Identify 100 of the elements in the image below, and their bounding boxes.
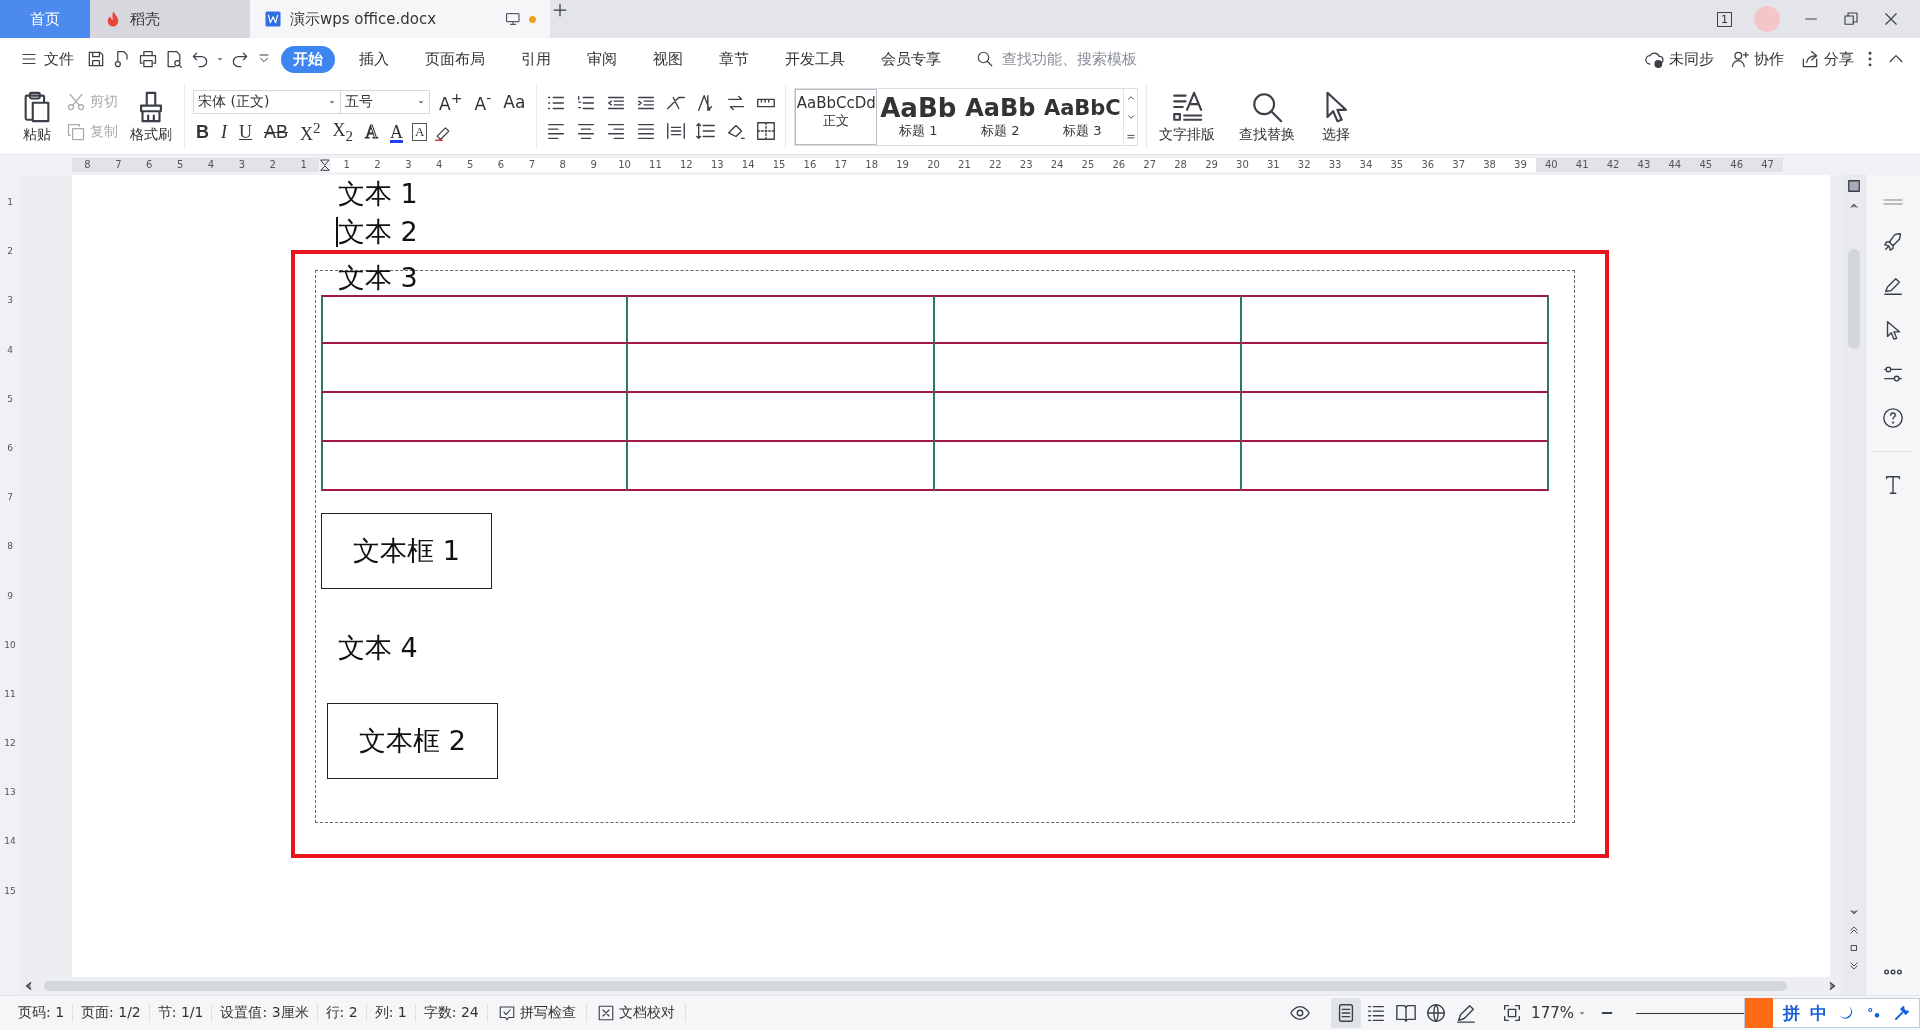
format-button[interactable]: X$^{2}$: [297, 119, 324, 145]
toolbar-action[interactable]: 分享: [1800, 49, 1854, 69]
ime-button[interactable]: 拼: [1783, 1001, 1800, 1025]
proofread-icon[interactable]: [596, 1004, 615, 1022]
scroll-left-icon[interactable]: [24, 981, 34, 991]
line-spacing-icon[interactable]: [695, 120, 718, 142]
next-page-icon[interactable]: [1849, 961, 1859, 971]
text-layout-icon[interactable]: [1170, 90, 1205, 124]
ribbon-tab[interactable]: 章节: [707, 45, 761, 73]
spell-check-icon[interactable]: [497, 1004, 516, 1022]
ruler-number: 31: [1265, 158, 1281, 172]
ribbon-tool-button[interactable]: 选择: [1307, 90, 1366, 144]
style-option[interactable]: AaBbCcDd 正文: [795, 89, 878, 145]
format-button[interactable]: A: [362, 121, 381, 143]
style-option[interactable]: AaBbC 标题 3: [1041, 89, 1124, 145]
clipboard-button[interactable]: 粘贴: [16, 88, 58, 146]
file-menu[interactable]: 文件: [14, 45, 80, 73]
format-button[interactable]: A: [412, 123, 428, 141]
ribbon-tab[interactable]: 页面布局: [413, 45, 497, 73]
monitor-icon[interactable]: [505, 11, 521, 27]
caret-icon[interactable]: [1578, 1009, 1586, 1017]
ribbon-tab[interactable]: 插入: [347, 45, 401, 73]
style-option[interactable]: AaBb 标题 1: [877, 89, 960, 145]
font-size-button[interactable]: A$^{-}$: [471, 89, 495, 114]
ruler-number: 41: [1566, 158, 1598, 172]
ruler-number: 14: [740, 158, 756, 172]
pen-icon[interactable]: [1882, 275, 1904, 297]
scroll-down-icon[interactable]: [1849, 907, 1859, 917]
ime-button[interactable]: 中: [1810, 1001, 1827, 1025]
rocket-icon[interactable]: [1882, 231, 1904, 253]
ribbon-tab[interactable]: 开始: [281, 45, 335, 73]
font-size-button[interactable]: Aa: [500, 91, 529, 112]
status-button[interactable]: 拼写检查: [487, 1004, 587, 1022]
scrollbar-thumb[interactable]: [44, 981, 1787, 991]
ruler-number: 3: [404, 158, 413, 172]
border-icon[interactable]: [755, 120, 778, 142]
scroll-up-icon[interactable]: [1849, 201, 1859, 211]
help-icon[interactable]: [1882, 407, 1904, 429]
ruler-number: 6: [145, 158, 154, 172]
document-icon: [264, 10, 282, 28]
window-count[interactable]: 1: [1717, 11, 1732, 27]
toolbar-action[interactable]: 未同步: [1645, 49, 1714, 69]
ruler-toggle-icon[interactable]: [1847, 179, 1861, 193]
ruler-number: 13: [4, 787, 16, 800]
format-button[interactable]: B: [193, 121, 212, 143]
ribbon-tab[interactable]: 会员专享: [869, 45, 953, 73]
print-icon[interactable]: [138, 49, 158, 69]
format-button[interactable]: I: [218, 121, 230, 143]
format-button[interactable]: U: [236, 121, 255, 143]
ribbon-tab[interactable]: 引用: [509, 45, 563, 73]
clipboard-button[interactable]: 格式刷: [126, 88, 176, 146]
ruler-number: 2: [268, 158, 277, 172]
ruler-number: 42: [1597, 158, 1629, 172]
ruler-number: 15: [771, 158, 787, 172]
wrench-icon[interactable]: [1893, 1004, 1911, 1022]
ruler-number: 12: [4, 738, 16, 751]
style-option[interactable]: AaBb 标题 2: [959, 89, 1042, 145]
scroll-right-icon[interactable]: [1827, 981, 1837, 991]
font-size-button[interactable]: A$^{+}$: [436, 89, 466, 114]
format-button[interactable]: AB: [261, 121, 291, 143]
search-icon[interactable]: [1250, 90, 1285, 124]
indent-marker-icon[interactable]: [319, 158, 332, 172]
caret-icon[interactable]: [216, 55, 224, 63]
status-button[interactable]: 文档校对: [586, 1004, 686, 1022]
distribute-icon[interactable]: [665, 120, 688, 142]
ribbon-tab[interactable]: 视图: [641, 45, 695, 73]
ribbon-tool-button[interactable]: 文字排版: [1147, 90, 1228, 144]
format-button[interactable]: A: [387, 121, 406, 143]
ruler-number: 21: [957, 158, 972, 172]
share-icon[interactable]: [1800, 49, 1820, 69]
zoom-level[interactable]: 177%: [1531, 1004, 1586, 1022]
cloud-icon[interactable]: [1645, 49, 1665, 69]
format-button[interactable]: X$_{2}$: [329, 119, 356, 145]
document-text: 文本 1: [338, 177, 419, 211]
ruler-number: 39: [1513, 158, 1528, 172]
ruler-number: 8: [83, 158, 92, 172]
ruler-number: 5: [175, 158, 185, 172]
toolbar-action[interactable]: 协作: [1730, 49, 1784, 69]
ribbon-tab[interactable]: 开发工具: [773, 45, 857, 73]
ribbon-tool-button[interactable]: 查找替换: [1227, 90, 1308, 144]
tab[interactable]: 演示wps office.docx: [250, 0, 550, 38]
ruler-number: 28: [1173, 158, 1188, 172]
close-icon[interactable]: [1882, 10, 1900, 28]
ribbon-tab[interactable]: 审阅: [575, 45, 629, 73]
ruler-number: 1: [299, 158, 308, 172]
font-family-select[interactable]: 宋体 (正文): [193, 89, 341, 114]
document-text: 文本 3: [338, 261, 419, 295]
search-field[interactable]: 查找功能、搜索模板: [1000, 49, 1170, 69]
save-icon[interactable]: [86, 49, 106, 69]
user-add-icon[interactable]: [1730, 49, 1750, 69]
ruler-number: 11: [648, 158, 663, 172]
font-size-select[interactable]: 五号: [340, 89, 430, 114]
status-item: 设置值: 3厘米: [212, 1004, 318, 1022]
ruler-number: 12: [679, 158, 694, 172]
tab[interactable]: 稻壳: [90, 0, 250, 38]
browse-object-icon[interactable]: [1849, 943, 1859, 953]
scroll-down-icon[interactable]: [1125, 112, 1136, 122]
sliders-icon[interactable]: [1882, 363, 1904, 385]
previous-page-icon[interactable]: [1849, 925, 1859, 935]
restore-icon[interactable]: [1842, 10, 1860, 28]
